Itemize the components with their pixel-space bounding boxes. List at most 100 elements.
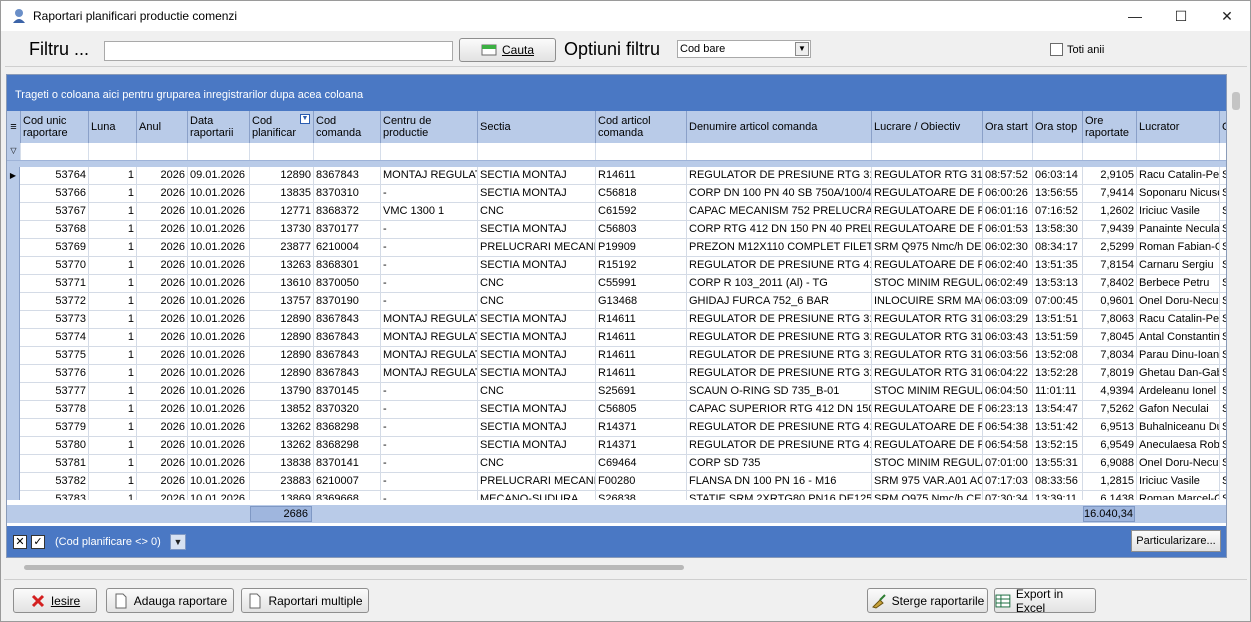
cell-lucrator[interactable]: Onel Doru-Neculai [1137,293,1220,311]
cell-denumire-articol[interactable]: STATIE SRM 2XRTG80 PN16 DE125 OL [687,491,872,500]
cell-lucrator[interactable]: Gafon Neculai [1137,401,1220,419]
cell-sectia[interactable]: MECANO-SUDURA [478,491,596,500]
cell-ore-raportate[interactable]: 7,8019 [1083,365,1137,383]
cell-centru-productie[interactable]: - [381,383,478,401]
table-row[interactable]: 53772 1 2026 10.01.2026 13757 8370190- CNC G134… [7,293,1226,311]
row-indicator[interactable] [7,203,20,221]
cell-lucrare-obiectiv[interactable]: SRM Q975 Nmc/h DEMAG [872,239,983,257]
table-row[interactable]: 53773 1 2026 10.01.2026 12890 8367843 MONTAJ R… [7,311,1226,329]
cell-cod-comanda[interactable]: 8370141 [314,455,381,473]
cell-cod-planificare[interactable]: 13757 [250,293,314,311]
table-row[interactable]: 53774 1 2026 10.01.2026 12890 8367843 MONTAJ R… [7,329,1226,347]
filter-input[interactable] [104,41,453,61]
filter-cell-col-c[interactable] [1220,143,1226,160]
row-indicator[interactable] [7,311,20,329]
cell-cod-unic-raportare[interactable]: 53767 [21,203,89,221]
cell-ore-raportate[interactable]: 7,5262 [1083,401,1137,419]
table-row[interactable]: ▶ 53764 1 2026 09.01.2026 12890 8367843 MONTAJ … [7,167,1226,185]
cell-denumire-articol[interactable]: FLANSA DN 100 PN 16 - M16 [687,473,872,491]
cell-anul[interactable]: 2026 [137,203,188,221]
filter-cell-luna[interactable] [89,143,137,160]
cell-sectia[interactable]: SECTIA MONTAJ [478,401,596,419]
cell-cod-planificare[interactable]: 23877 [250,239,314,257]
clear-filter-icon[interactable]: ✕ [13,535,27,549]
cell-anul[interactable]: 2026 [137,491,188,500]
cell-anul[interactable]: 2026 [137,473,188,491]
cell-ore-raportate[interactable]: 7,8034 [1083,347,1137,365]
cell-luna[interactable]: 1 [89,167,137,185]
cell-cod-planificare[interactable]: 13610 [250,275,314,293]
cell-col-c[interactable]: S [1220,437,1226,455]
cell-cod-comanda[interactable]: 8367843 [314,365,381,383]
table-row[interactable]: 53781 1 2026 10.01.2026 13838 8370141- CNC C694… [7,455,1226,473]
cell-sectia[interactable]: CNC [478,203,596,221]
cell-ore-raportate[interactable]: 0,9601 [1083,293,1137,311]
cell-denumire-articol[interactable]: REGULATOR DE PRESIUNE RTG 311 S [687,365,872,383]
cell-denumire-articol[interactable]: CORP R 103_2011 (Al) - TG [687,275,872,293]
cell-col-c[interactable]: S [1220,365,1226,383]
cell-cod-planificare[interactable]: 12890 [250,365,314,383]
cell-cod-comanda[interactable]: 8369668 [314,491,381,500]
filter-enabled-checkbox[interactable]: ✓ [31,535,45,549]
cell-cod-unic-raportare[interactable]: 53773 [21,311,89,329]
column-header-centru-productie[interactable]: Centru de productie [381,111,478,143]
cell-cod-unic-raportare[interactable]: 53766 [21,185,89,203]
cell-cod-unic-raportare[interactable]: 53780 [21,437,89,455]
cell-col-c[interactable]: S [1220,239,1226,257]
cell-lucrator[interactable]: Carnaru Sergiu [1137,257,1220,275]
cell-lucrator[interactable]: Buhalniceanu Dumitru [1137,419,1220,437]
cell-cod-unic-raportare[interactable]: 53782 [21,473,89,491]
cell-denumire-articol[interactable]: REGULATOR DE PRESIUNE RTG 412 S [687,257,872,275]
cell-lucrare-obiectiv[interactable]: REGULATOR RTG 311 [872,167,983,185]
column-header-cod-articol[interactable]: Cod articol comanda [596,111,687,143]
cell-sectia[interactable]: SECTIA MONTAJ [478,365,596,383]
cell-anul[interactable]: 2026 [137,311,188,329]
cell-luna[interactable]: 1 [89,455,137,473]
cell-cod-articol[interactable]: R15192 [596,257,687,275]
cell-luna[interactable]: 1 [89,329,137,347]
cell-col-c[interactable]: S [1220,167,1226,185]
cell-cod-unic-raportare[interactable]: 53769 [21,239,89,257]
cell-col-c[interactable]: S [1220,275,1226,293]
cell-col-c[interactable]: S [1220,257,1226,275]
cell-ora-start[interactable]: 06:23:13 [983,401,1033,419]
filter-cell-ora-stop[interactable] [1033,143,1083,160]
cell-denumire-articol[interactable]: GHIDAJ FURCA 752_6 BAR [687,293,872,311]
cell-cod-comanda[interactable]: 8368301 [314,257,381,275]
search-button[interactable]: Cauta [459,38,556,62]
cell-data-raportarii[interactable]: 10.01.2026 [188,311,250,329]
cell-lucrare-obiectiv[interactable]: INLOCUIRE SRM MAGISTRALA [872,293,983,311]
cell-cod-comanda[interactable]: 6210007 [314,473,381,491]
close-button[interactable]: ✕ [1204,1,1250,31]
cell-sectia[interactable]: CNC [478,383,596,401]
cell-cod-articol[interactable]: R14371 [596,419,687,437]
cell-ora-stop[interactable]: 13:53:13 [1033,275,1083,293]
cell-denumire-articol[interactable]: PREZON M12X110 COMPLET FILETAT, OTEL [687,239,872,257]
cell-sectia[interactable]: CNC [478,455,596,473]
cell-ore-raportate[interactable]: 2,9105 [1083,167,1137,185]
cell-ora-stop[interactable]: 13:58:30 [1033,221,1083,239]
cell-lucrare-obiectiv[interactable]: REGULATOR RTG 311 [872,347,983,365]
filter-expression[interactable]: (Cod planificare <> 0) [55,536,161,548]
cell-data-raportarii[interactable]: 10.01.2026 [188,257,250,275]
cell-denumire-articol[interactable]: CORP DN 100 PN 40 SB 750A/100/40 [687,185,872,203]
cell-sectia[interactable]: PRELUCRARI MECANICE [478,473,596,491]
cell-data-raportarii[interactable]: 09.01.2026 [188,167,250,185]
row-indicator[interactable] [7,257,20,275]
cell-cod-planificare[interactable]: 13262 [250,419,314,437]
cell-cod-articol[interactable]: F00280 [596,473,687,491]
cell-anul[interactable]: 2026 [137,185,188,203]
cell-centru-productie[interactable]: - [381,293,478,311]
cell-lucrare-obiectiv[interactable]: REGULATOR RTG 311 [872,365,983,383]
filter-cell-data-raportarii[interactable] [188,143,250,160]
cell-lucrare-obiectiv[interactable]: REGULATOARE DE PRESIUNE [872,221,983,239]
cell-centru-productie[interactable]: - [381,221,478,239]
cell-ore-raportate[interactable]: 4,9394 [1083,383,1137,401]
cell-luna[interactable]: 1 [89,437,137,455]
row-indicator[interactable] [7,221,20,239]
cell-luna[interactable]: 1 [89,221,137,239]
cell-cod-articol[interactable]: P19909 [596,239,687,257]
cell-lucrare-obiectiv[interactable]: REGULATOR RTG 311 [872,329,983,347]
cell-sectia[interactable]: SECTIA MONTAJ [478,257,596,275]
cell-centru-productie[interactable]: - [381,437,478,455]
